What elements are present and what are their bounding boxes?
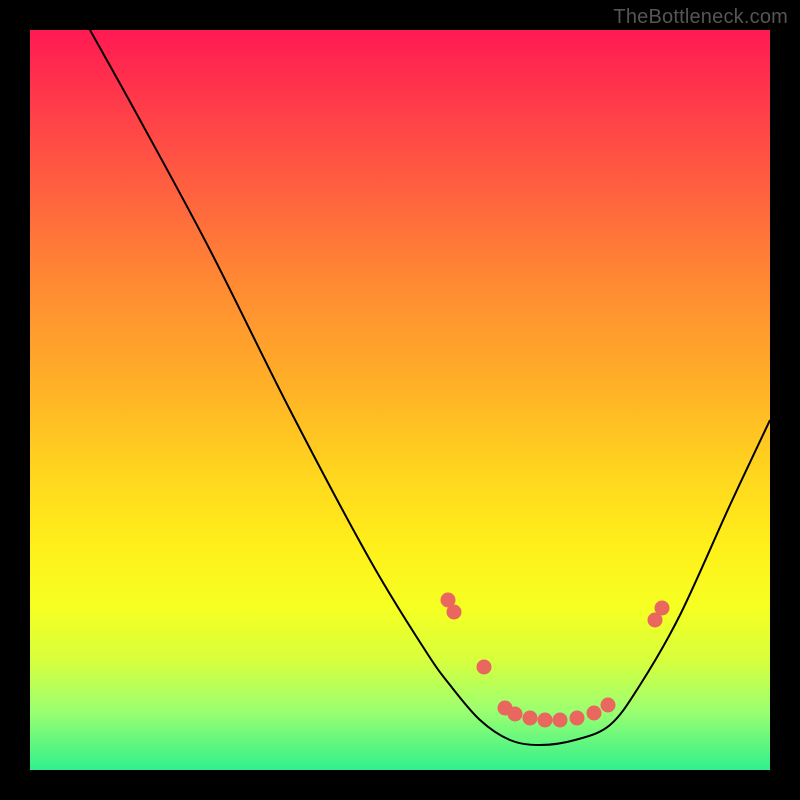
- bottleneck-curve: [90, 30, 770, 745]
- highlight-dot: [601, 698, 615, 712]
- bottleneck-plot: [30, 30, 770, 770]
- watermark-text: TheBottleneck.com: [613, 6, 788, 29]
- chart-area: [30, 30, 770, 770]
- highlight-dot: [538, 713, 552, 727]
- highlight-dot: [447, 605, 461, 619]
- highlight-dot: [553, 713, 567, 727]
- highlight-dot: [570, 711, 584, 725]
- highlight-dot: [523, 711, 537, 725]
- highlight-dots-group: [441, 593, 669, 727]
- highlight-dot: [508, 707, 522, 721]
- highlight-dot: [477, 660, 491, 674]
- highlight-dot: [655, 601, 669, 615]
- highlight-dot: [587, 706, 601, 720]
